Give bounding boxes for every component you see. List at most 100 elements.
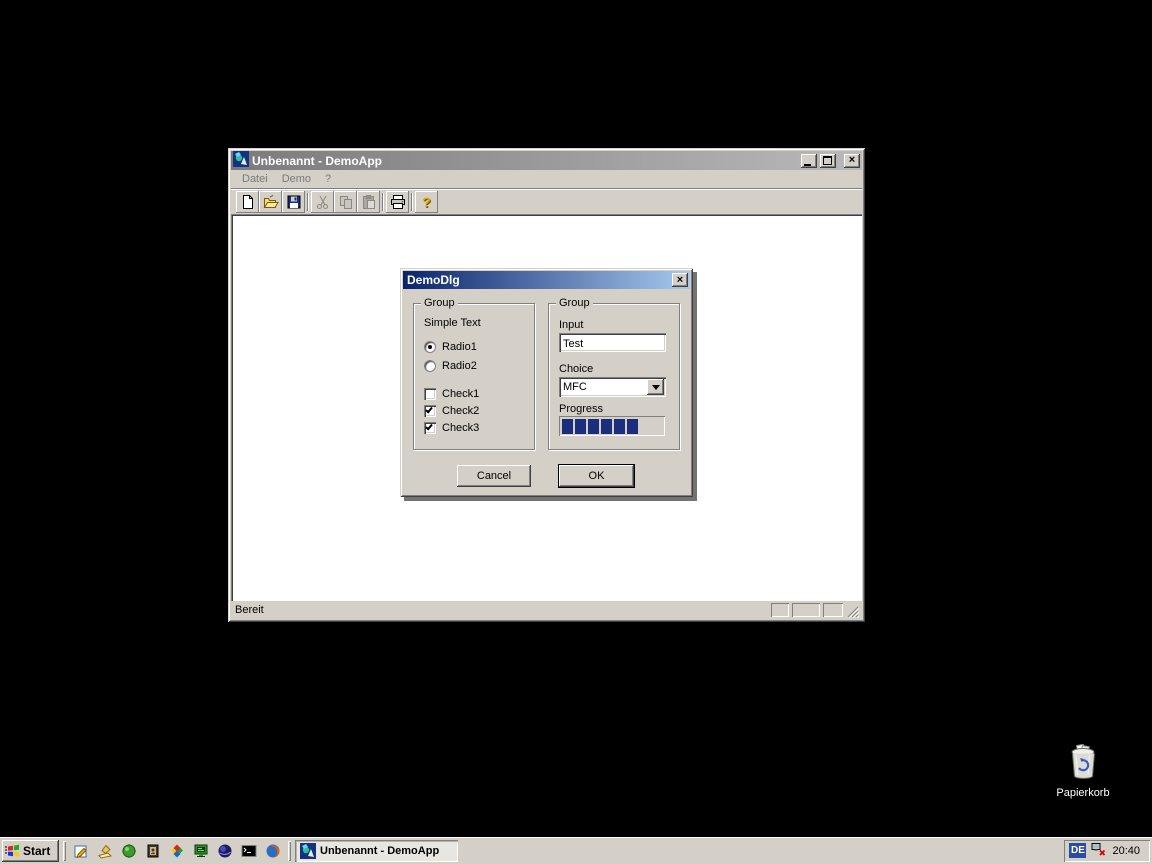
toolbar-cut-button[interactable] xyxy=(311,191,334,213)
open-folder-icon xyxy=(263,194,279,210)
quicklaunch-editor-button[interactable] xyxy=(70,840,92,862)
menubar: Datei Demo ? xyxy=(231,170,862,188)
tray-clock[interactable]: 20:40 xyxy=(1112,845,1140,857)
toolbar-print-button[interactable] xyxy=(386,191,409,213)
progress-bar xyxy=(559,416,665,436)
combo-dropdown-button[interactable] xyxy=(647,379,664,395)
recycle-bin-label: Papierkorb xyxy=(1048,787,1118,799)
new-file-icon xyxy=(240,194,256,210)
toolbar-separator xyxy=(382,193,384,211)
status-pane xyxy=(823,603,843,617)
network-disconnected-icon[interactable] xyxy=(1091,841,1107,860)
menu-help[interactable]: ? xyxy=(318,171,338,187)
quicklaunch-greenball-button[interactable] xyxy=(118,840,140,862)
status-pane xyxy=(792,603,820,617)
demo-dialog: DemoDlg × Group Simple Text Radio1 Radio… xyxy=(400,268,693,497)
radio1-circle-icon xyxy=(424,341,436,353)
toolbar-new-button[interactable] xyxy=(236,191,259,213)
check1-box-icon xyxy=(424,388,436,400)
recycle-bin-shortcut[interactable]: Papierkorb xyxy=(1048,744,1118,799)
group-left-label: Group xyxy=(421,297,458,309)
progress-segment xyxy=(614,419,625,434)
taskbar: Start Unbenannt xyxy=(0,837,1152,864)
quick-launch-bar xyxy=(70,840,284,862)
copy-icon xyxy=(338,194,354,210)
check1-label: Check1 xyxy=(442,388,479,400)
main-titlebar[interactable]: Unbenannt - DemoApp × xyxy=(231,151,862,170)
cancel-button[interactable]: Cancel xyxy=(457,465,531,487)
firefox-icon xyxy=(265,843,281,859)
quicklaunch-cmd-button[interactable] xyxy=(238,840,260,862)
quicklaunch-addressbook-button[interactable] xyxy=(142,840,164,862)
check-icon xyxy=(425,405,433,413)
green-ball-icon xyxy=(121,843,137,859)
close-button[interactable]: × xyxy=(844,154,860,168)
check3-option[interactable]: Check3 xyxy=(424,421,479,434)
quicklaunch-pen-button[interactable] xyxy=(94,840,116,862)
input-field[interactable] xyxy=(559,333,666,352)
toolbar-copy-button[interactable] xyxy=(334,191,357,213)
taskbar-grip[interactable] xyxy=(63,841,66,861)
check1-option[interactable]: Check1 xyxy=(424,387,479,400)
start-button[interactable]: Start xyxy=(2,840,59,862)
maximize-button[interactable] xyxy=(820,154,836,168)
quicklaunch-terminal-button[interactable] xyxy=(190,840,212,862)
status-text: Bereit xyxy=(235,604,264,616)
quicklaunch-firefox-button[interactable] xyxy=(262,840,284,862)
ok-button[interactable]: OK xyxy=(558,464,635,488)
toolbar-save-button[interactable] xyxy=(282,191,305,213)
progress-segment xyxy=(588,419,599,434)
keyboard-layout-indicator[interactable]: DE xyxy=(1069,843,1086,858)
statusbar: Bereit xyxy=(231,601,862,619)
status-pane xyxy=(771,603,789,617)
menu-demo[interactable]: Demo xyxy=(275,171,318,187)
toolbar-paste-button[interactable] xyxy=(357,191,380,213)
toolbar-help-button[interactable]: ? xyxy=(415,191,438,213)
command-prompt-icon xyxy=(241,843,257,859)
group-box-right: Group Input Choice MFC Progress xyxy=(548,303,680,450)
toolbar: ? xyxy=(231,188,862,214)
quicklaunch-globe-button[interactable] xyxy=(214,840,236,862)
help-question-icon: ? xyxy=(422,194,431,210)
progress-segment xyxy=(627,419,638,434)
toolbar-separator xyxy=(411,193,413,211)
window-title: Unbenannt - DemoApp xyxy=(252,154,798,168)
choice-combobox[interactable]: MFC xyxy=(559,377,666,397)
taskbar-app-button-label: Unbenannt - DemoApp xyxy=(320,845,439,857)
choice-value: MFC xyxy=(559,381,647,393)
input-label: Input xyxy=(559,319,583,331)
ok-button-label: OK xyxy=(589,470,605,482)
check2-label: Check2 xyxy=(442,405,479,417)
taskbar-grip[interactable] xyxy=(288,841,291,861)
group-right-label: Group xyxy=(556,297,593,309)
resize-grip-icon[interactable] xyxy=(846,605,859,618)
editor-icon xyxy=(73,843,89,859)
progress-segment xyxy=(575,419,586,434)
toolbar-open-button[interactable] xyxy=(259,191,282,213)
minimize-button[interactable] xyxy=(801,154,817,168)
radio2-circle-icon xyxy=(424,360,436,372)
system-tray: DE 20:40 xyxy=(1064,840,1150,862)
simple-text-label: Simple Text xyxy=(424,317,481,329)
chevron-down-icon xyxy=(652,385,660,390)
paste-clipboard-icon xyxy=(361,194,377,210)
check3-label: Check3 xyxy=(442,422,479,434)
save-floppy-icon xyxy=(286,194,302,210)
check2-option[interactable]: Check2 xyxy=(424,404,479,417)
print-icon xyxy=(390,194,406,210)
check2-box-icon xyxy=(424,405,436,417)
radio1-option[interactable]: Radio1 xyxy=(424,340,477,353)
cancel-button-label: Cancel xyxy=(477,470,511,482)
quicklaunch-colorknot-button[interactable] xyxy=(166,840,188,862)
recycle-bin-icon xyxy=(1048,744,1118,785)
progress-segment xyxy=(562,419,573,434)
menu-datei[interactable]: Datei xyxy=(235,171,275,187)
windows-logo-icon xyxy=(5,844,20,857)
taskbar-app-button[interactable]: Unbenannt - DemoApp xyxy=(295,840,458,862)
radio2-option[interactable]: Radio2 xyxy=(424,359,477,372)
check-icon xyxy=(425,422,433,430)
dialog-close-button[interactable]: × xyxy=(672,273,688,287)
progress-label: Progress xyxy=(559,403,603,415)
dialog-titlebar[interactable]: DemoDlg × xyxy=(403,271,690,289)
progress-segment xyxy=(601,419,612,434)
